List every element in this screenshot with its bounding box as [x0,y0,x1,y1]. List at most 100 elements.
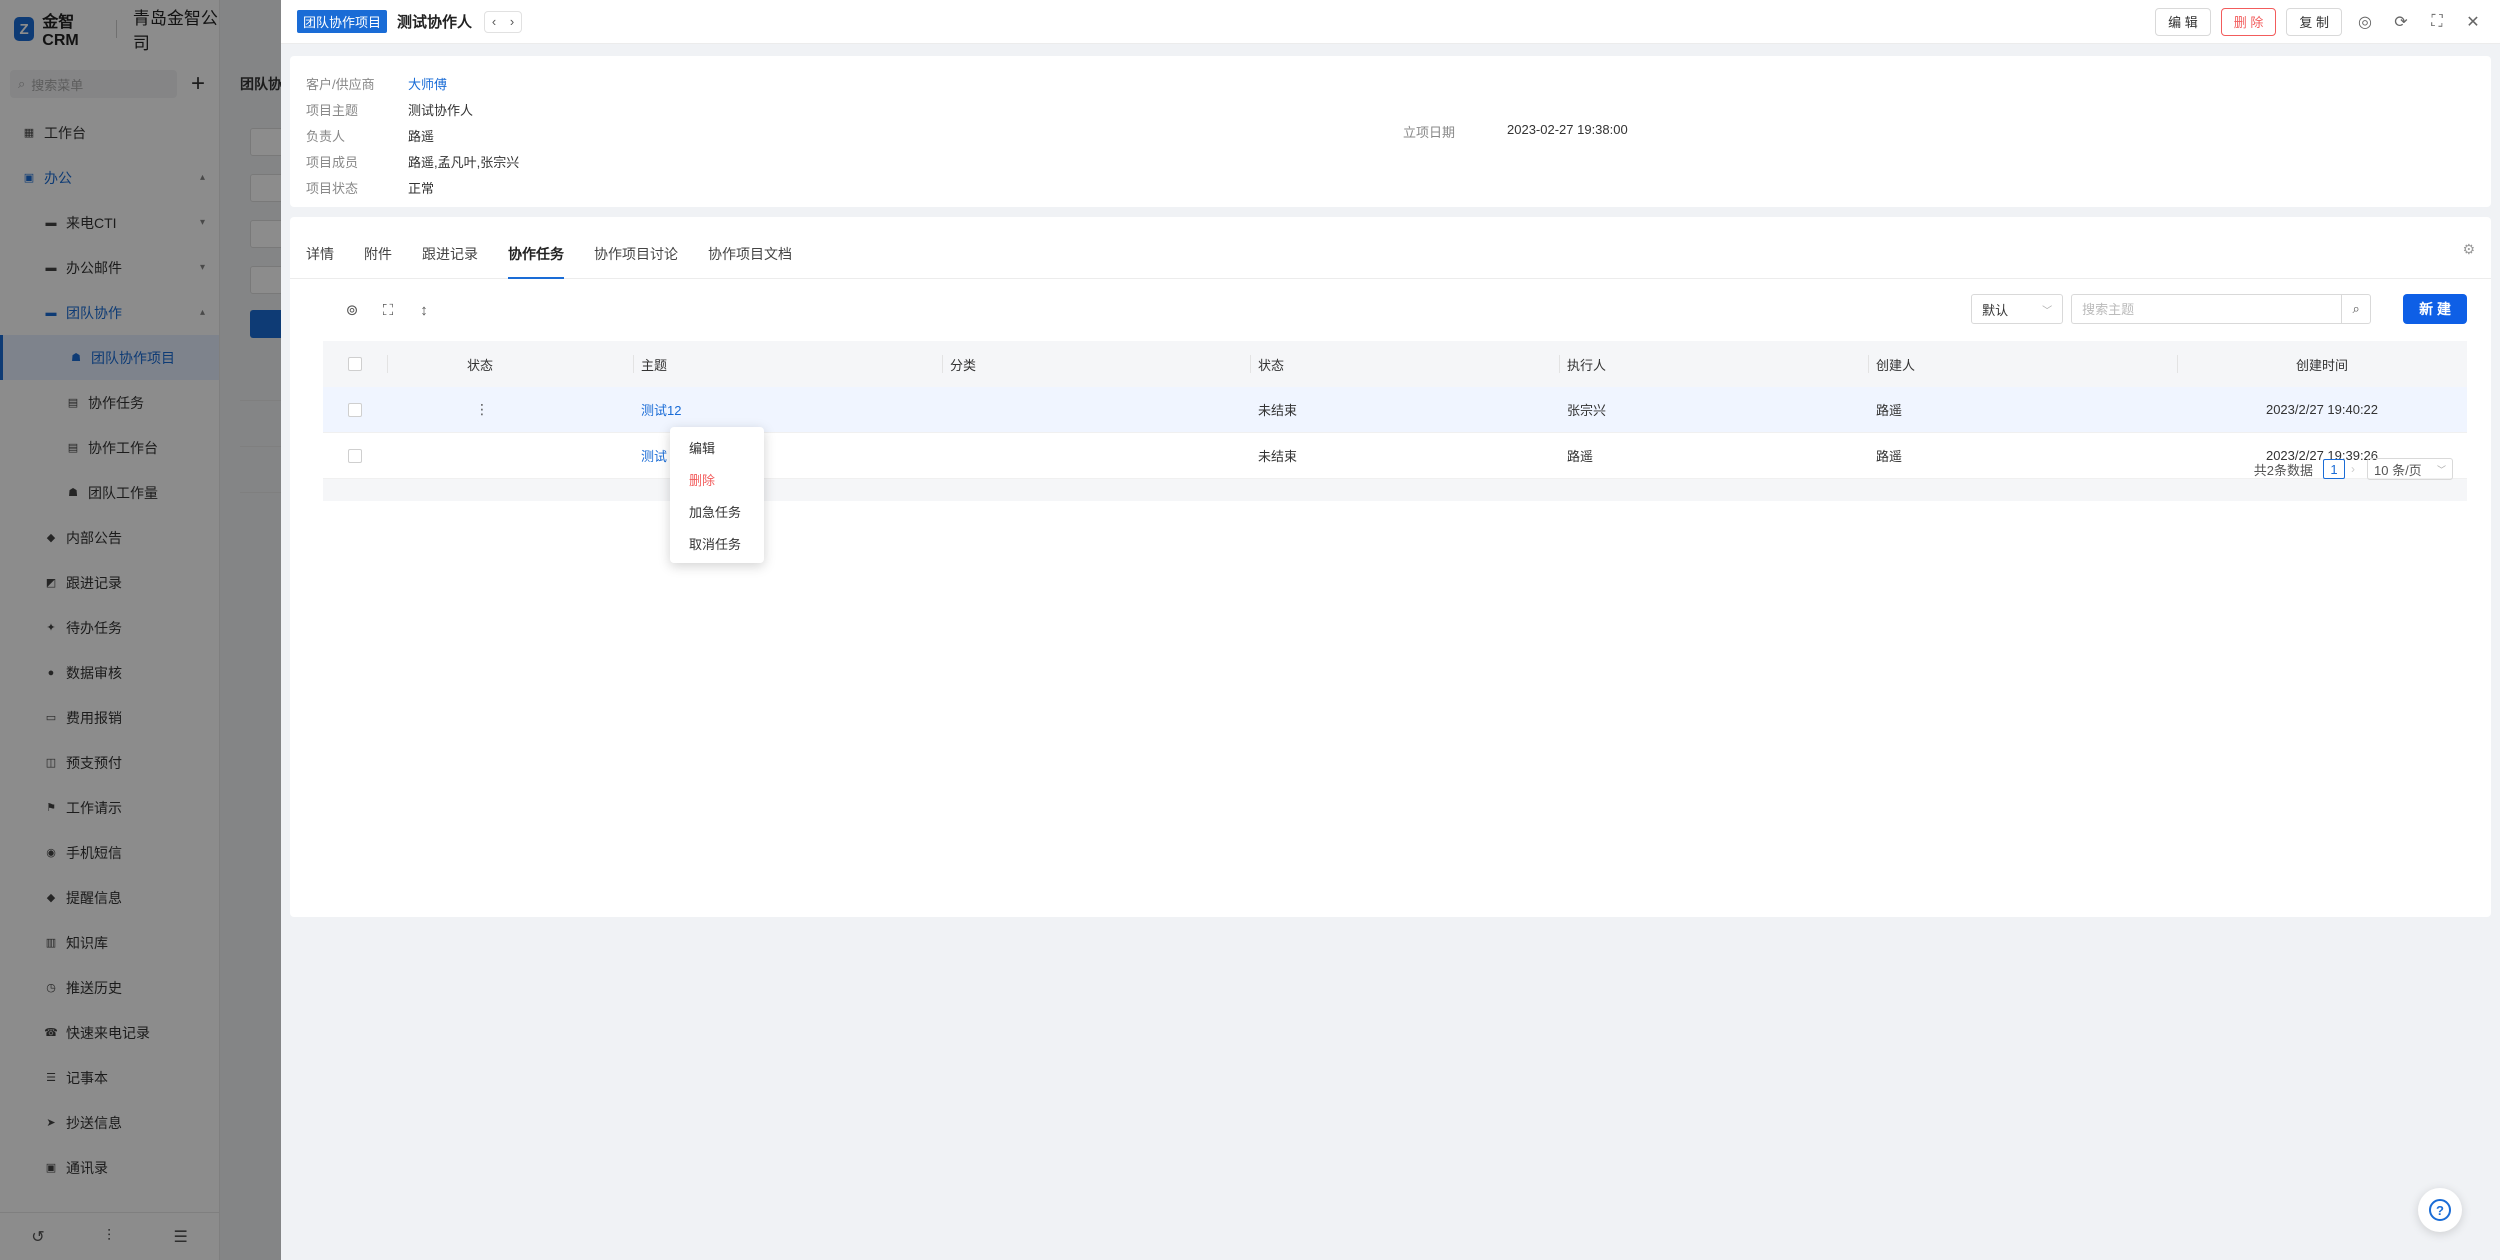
column-header-creator[interactable]: 创建人 [1868,341,2177,387]
gear-icon[interactable]: ⚙ [2462,241,2475,258]
chevron-left-icon[interactable]: ‹ [485,12,503,32]
row-actions-cell: ⋮ [387,387,633,432]
sort-select-value: 默认 [1982,302,2009,318]
page-size-select[interactable]: 10 条/页 ﹀ [2367,458,2453,480]
customer-link[interactable]: 大师傅 [408,74,447,93]
detail-tabs: 详情 附件 跟进记录 协作任务 协作项目讨论 协作项目文档 ⚙ [290,217,2491,279]
menu-item-edit[interactable]: 编辑 [670,431,764,463]
drawer-header: 团队协作项目 测试协作人 ‹ › 编 辑 删 除 复 制 ◎ ⟳ ⛶ ✕ [281,0,2500,44]
table-toolbar: ⊚ ⛶ ↕ 默认 ﹀ ⌕ 新 建 [290,279,2491,341]
row-category [942,433,1250,478]
tab-attachments[interactable]: 附件 [364,244,392,278]
info-row-owner: 负责人 路遥 [306,122,2475,148]
tab-collab-tasks[interactable]: 协作任务 [508,244,564,279]
chevron-down-icon: ﹀ [2042,305,2053,317]
copy-button[interactable]: 复 制 [2286,7,2342,36]
record-type-tag: 团队协作项目 [297,10,388,33]
refresh-icon[interactable]: ⟳ [2388,9,2414,35]
select-all-checkbox[interactable] [348,357,362,371]
tab-followups[interactable]: 跟进记录 [422,244,478,278]
fullscreen-icon[interactable]: ⛶ [2424,9,2450,35]
row-select-cell [323,433,387,478]
info-value: 测试协作人 [408,102,474,118]
table-row[interactable]: 测试 未结束 路遥 路遥 2023/2/27 19:39:26 [323,433,2467,479]
table-header: 状态 主题 分类 状态 执行人 创建人 创建时间 [323,341,2467,387]
row-checkbox[interactable] [348,402,362,417]
column-header-category[interactable]: 分类 [942,341,1250,387]
row-category [942,387,1250,432]
column-header-created[interactable]: 创建时间 [2177,341,2467,387]
task-subject-link[interactable]: 测试 [641,446,667,465]
tab-discussion[interactable]: 协作项目讨论 [594,244,678,278]
table-scrollbar[interactable] [323,479,2467,501]
page-size-value: 10 条/页 [2374,462,2422,478]
detail-drawer: 团队协作项目 测试协作人 ‹ › 编 辑 删 除 复 制 ◎ ⟳ ⛶ ✕ 客户/… [281,0,2500,1260]
table-row[interactable]: ⋮ 测试12 未结束 张宗兴 路遥 2023/2/27 19:40:22 [323,387,2467,433]
row-context-menu: 编辑 删除 加急任务 取消任务 [670,427,764,563]
search-icon: ⌕ [2352,301,2360,316]
info-label: 负责人 [306,128,346,144]
info-label: 项目主题 [306,102,359,118]
fullscreen-icon[interactable]: ⛶ [370,302,406,319]
delete-button[interactable]: 删 除 [2220,7,2277,36]
row-creator: 路遥 [1876,449,1903,464]
tasks-card: 详情 附件 跟进记录 协作任务 协作项目讨论 协作项目文档 ⚙ ⊚ ⛶ ↕ 默认… [290,217,2491,917]
row-creator: 路遥 [1876,403,1903,418]
project-info-card: 客户/供应商 大师傅 项目主题 测试协作人 负责人 路遥 项目成员 路遥,孟凡叶,张宗兴… [290,56,2491,207]
chevron-right-icon[interactable]: › [503,12,521,32]
info-value: 正常 [408,180,435,196]
info-row-date: 立项日期 2023-02-27 19:38:00 [1403,122,1628,141]
row-height-icon[interactable]: ↕ [406,302,442,319]
info-value: 路遥 [408,128,435,144]
menu-item-cancel[interactable]: 取消任务 [670,527,764,559]
chevron-down-icon: ﹀ [2436,464,2446,475]
pagination-total: 共2条数据 [2253,462,2313,478]
menu-item-urgent[interactable]: 加急任务 [670,495,764,527]
tasks-table: 状态 主题 分类 状态 执行人 创建人 创建时间 ⋮ 测试12 未结束 张宗兴 … [323,341,2467,501]
info-label: 项目成员 [306,154,359,170]
column-header-subject[interactable]: 主题 [633,341,942,387]
column-header-status[interactable]: 状态 [387,341,633,387]
row-created: 2023/2/27 19:40:22 [2265,402,2379,417]
drawer-title: 测试协作人 [397,14,473,31]
drawer-actions: 编 辑 删 除 复 制 ◎ ⟳ ⛶ ✕ [2155,7,2486,36]
row-subject: 测试12 [633,387,942,432]
info-row-members: 项目成员 路遥,孟凡叶,张宗兴 [306,148,2475,174]
task-subject-link[interactable]: 测试12 [641,400,681,419]
eye-icon[interactable]: ◎ [2352,9,2378,35]
new-task-button[interactable]: 新 建 [2403,294,2467,324]
info-value: 2023-02-27 19:38:00 [1507,122,1628,137]
row-executor: 路遥 [1567,449,1594,464]
row-select-cell [323,387,387,432]
row-state: 未结束 [1258,403,1298,418]
tab-documents[interactable]: 协作项目文档 [708,244,792,278]
column-header-executor[interactable]: 执行人 [1559,341,1868,387]
edit-button[interactable]: 编 辑 [2155,7,2211,36]
pagination: 共2条数据 1 › 10 条/页 ﹀ [2254,458,2453,480]
info-row-customer: 客户/供应商 大师傅 [306,70,2475,96]
info-row-status: 项目状态 正常 [306,174,2475,200]
record-nav: ‹ › [484,10,523,33]
select-all-cell [323,341,387,387]
column-settings-icon[interactable]: ⊚ [334,301,370,319]
column-header-state[interactable]: 状态 [1250,341,1559,387]
help-icon: ? [2429,1199,2451,1221]
help-button[interactable]: ? [2418,1188,2462,1232]
info-label: 立项日期 [1403,125,1456,140]
info-label: 客户/供应商 [306,76,375,92]
page-number-button[interactable]: 1 [2323,459,2345,479]
subject-search-input[interactable] [2071,294,2342,324]
tab-details[interactable]: 详情 [306,244,334,278]
row-executor: 张宗兴 [1567,403,1607,418]
menu-item-delete[interactable]: 删除 [670,463,764,495]
more-actions-icon[interactable]: ⋮ [475,401,489,418]
chevron-left-icon[interactable]: › [2351,462,2355,476]
toolbar-right: 默认 ﹀ ⌕ 新 建 [1971,294,2467,324]
search-button[interactable]: ⌕ [2341,294,2372,324]
row-checkbox[interactable] [348,448,362,463]
sort-select[interactable]: 默认 ﹀ [1971,294,2064,324]
row-actions-cell [387,433,633,478]
close-icon[interactable]: ✕ [2460,9,2486,35]
info-row-subject: 项目主题 测试协作人 [306,96,2475,122]
row-state: 未结束 [1258,449,1298,464]
